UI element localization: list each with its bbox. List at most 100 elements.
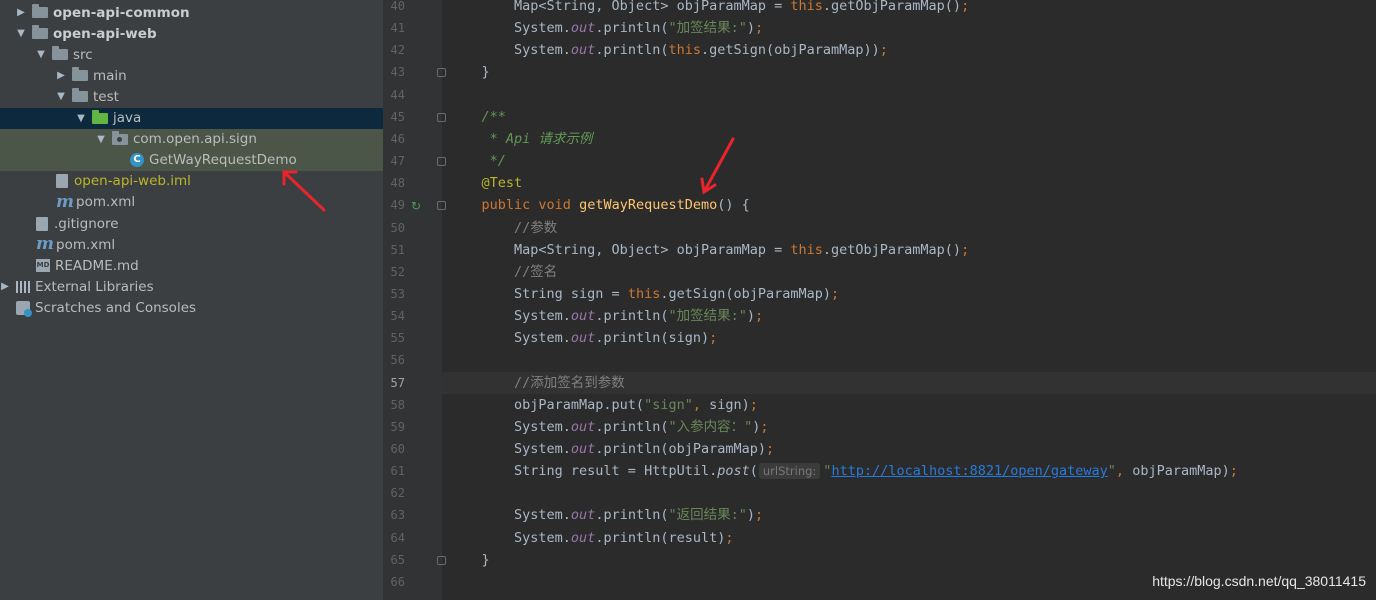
collapsed-arrow-icon[interactable]: ▶ bbox=[16, 7, 26, 18]
line-number: 48 bbox=[390, 176, 405, 191]
code-line[interactable]: objParamMap.put("sign", sign); bbox=[449, 394, 758, 416]
tree-item-label: java bbox=[113, 110, 142, 126]
folder-icon bbox=[72, 88, 88, 103]
code-line[interactable]: public void getWayRequestDemo() { bbox=[449, 194, 750, 216]
code-line[interactable]: //添加签名到参数 bbox=[449, 372, 625, 394]
markdown-icon: MD bbox=[36, 259, 50, 273]
tree-item[interactable]: ▼ open-api-web bbox=[0, 23, 383, 44]
fold-marker-icon[interactable] bbox=[437, 112, 446, 122]
line-number: 43 bbox=[390, 65, 405, 80]
tree-item[interactable]: ▼ java bbox=[0, 107, 383, 129]
code-line[interactable]: */ bbox=[449, 150, 506, 172]
expanded-arrow-icon[interactable]: ▼ bbox=[36, 49, 46, 60]
tree-item[interactable]: MD README.md bbox=[0, 255, 383, 276]
tree-item[interactable]: ▼ com.open.api.sign bbox=[0, 128, 383, 150]
expanded-arrow-icon[interactable]: ▼ bbox=[76, 113, 86, 124]
expanded-arrow-icon[interactable]: ▼ bbox=[16, 28, 26, 39]
folder-icon bbox=[72, 67, 88, 82]
line-number: 42 bbox=[390, 43, 405, 58]
red-arrow-icon bbox=[282, 170, 326, 212]
line-number: 44 bbox=[390, 87, 405, 102]
tree-item[interactable]: ▼ test bbox=[0, 86, 383, 107]
tree-item[interactable]: ▼ src bbox=[0, 44, 383, 65]
code-line[interactable]: Map<String, Object> objParamMap = this.g… bbox=[449, 0, 969, 17]
code-line[interactable]: * Api 请求示例 bbox=[449, 128, 593, 150]
line-number: 64 bbox=[390, 530, 405, 545]
tree-item[interactable]: Scratches and Consoles bbox=[0, 297, 383, 318]
tree-item-label: open-api-web bbox=[53, 25, 157, 42]
code-line[interactable]: System.out.println("入参内容："); bbox=[449, 416, 769, 438]
line-number: 50 bbox=[390, 220, 405, 235]
code-line[interactable]: /** bbox=[449, 106, 506, 128]
line-number: 55 bbox=[390, 331, 405, 346]
code-line[interactable]: System.out.println(sign); bbox=[449, 327, 717, 349]
tree-item[interactable]: ▶ open-api-common bbox=[0, 2, 383, 23]
code-line[interactable]: //参数 bbox=[449, 217, 557, 239]
fold-marker-icon[interactable] bbox=[437, 555, 446, 565]
line-number: 58 bbox=[390, 397, 405, 412]
line-number: 60 bbox=[390, 442, 405, 456]
code-line[interactable]: System.out.println(objParamMap); bbox=[449, 438, 774, 460]
line-number: 47 bbox=[390, 154, 405, 169]
line-number: 61 bbox=[390, 464, 405, 479]
iml-file-icon bbox=[56, 174, 68, 189]
code-line[interactable]: System.out.println("返回结果:"); bbox=[449, 504, 763, 526]
code-line[interactable]: String sign = this.getSign(objParamMap); bbox=[449, 283, 839, 305]
libraries-icon bbox=[16, 280, 30, 293]
line-number: 52 bbox=[390, 264, 405, 279]
line-number: 62 bbox=[390, 486, 405, 501]
tree-item[interactable]: ▶ main bbox=[0, 65, 383, 86]
package-icon bbox=[112, 130, 128, 145]
maven-icon: m bbox=[36, 234, 54, 255]
code-line[interactable]: //签名 bbox=[449, 261, 557, 283]
run-test-icon[interactable]: ↻ bbox=[411, 199, 425, 213]
tree-item-label: pom.xml bbox=[56, 236, 116, 253]
expanded-arrow-icon[interactable]: ▼ bbox=[96, 134, 106, 145]
code-line[interactable]: Map<String, Object> objParamMap = this.g… bbox=[449, 239, 969, 261]
tree-item-label: README.md bbox=[55, 257, 139, 274]
tree-item-label: GetWayRequestDemo bbox=[149, 152, 297, 169]
code-line[interactable]: } bbox=[449, 549, 490, 571]
code-line[interactable]: String result = HttpUtil.post(urlString:… bbox=[449, 460, 1238, 482]
line-number: 40 bbox=[390, 0, 405, 13]
code-line[interactable]: System.out.println("加签结果:"); bbox=[449, 17, 763, 39]
line-number: 41 bbox=[390, 21, 405, 36]
project-tree: ▶ open-api-common ▼ open-api-web ▼ src ▶ main ▼ t… bbox=[0, 0, 383, 600]
line-number: 59 bbox=[390, 419, 405, 434]
line-number: 45 bbox=[390, 109, 405, 124]
module-folder-icon bbox=[32, 25, 48, 40]
tree-item-label: pom.xml bbox=[76, 194, 136, 211]
code-line[interactable]: System.out.println(this.getSign(objParam… bbox=[449, 39, 888, 61]
scratches-icon bbox=[16, 300, 32, 317]
tree-item-label: open-api-web.iml bbox=[74, 173, 191, 190]
code-line[interactable]: System.out.println("加签结果:"); bbox=[449, 305, 763, 327]
fold-marker-icon[interactable] bbox=[437, 68, 446, 78]
code-line[interactable]: @Test bbox=[449, 172, 523, 194]
tree-item-label: test bbox=[93, 88, 119, 105]
code-line[interactable]: } bbox=[449, 61, 490, 83]
tree-item-label: External Libraries bbox=[35, 278, 154, 295]
tree-item[interactable]: ▶ External Libraries bbox=[0, 276, 383, 297]
test-source-folder-icon bbox=[92, 109, 108, 124]
line-number: 54 bbox=[390, 309, 405, 324]
tree-item-label: src bbox=[73, 46, 93, 63]
tree-item-label: Scratches and Consoles bbox=[35, 299, 197, 316]
tree-item[interactable]: .gitignore bbox=[0, 213, 383, 234]
maven-icon: m bbox=[56, 191, 74, 212]
collapsed-arrow-icon[interactable]: ▶ bbox=[0, 281, 10, 292]
line-number: 49 bbox=[390, 198, 405, 213]
watermark: https://blog.csdn.net/qq_38011415 bbox=[1152, 573, 1366, 589]
line-number: 56 bbox=[390, 353, 405, 368]
red-arrow-icon bbox=[700, 137, 735, 195]
code-line[interactable]: System.out.println(result); bbox=[449, 527, 733, 549]
fold-marker-icon[interactable] bbox=[437, 201, 446, 211]
tree-item[interactable]: m pom.xml bbox=[0, 234, 383, 255]
fold-marker-icon[interactable] bbox=[437, 157, 446, 167]
collapsed-arrow-icon[interactable]: ▶ bbox=[56, 70, 66, 81]
expanded-arrow-icon[interactable]: ▼ bbox=[56, 91, 66, 102]
line-number: 65 bbox=[390, 552, 405, 567]
java-class-icon: C bbox=[130, 153, 144, 168]
line-number: 53 bbox=[390, 286, 405, 301]
tree-item-label: main bbox=[93, 67, 127, 84]
gitignore-icon bbox=[36, 216, 48, 231]
